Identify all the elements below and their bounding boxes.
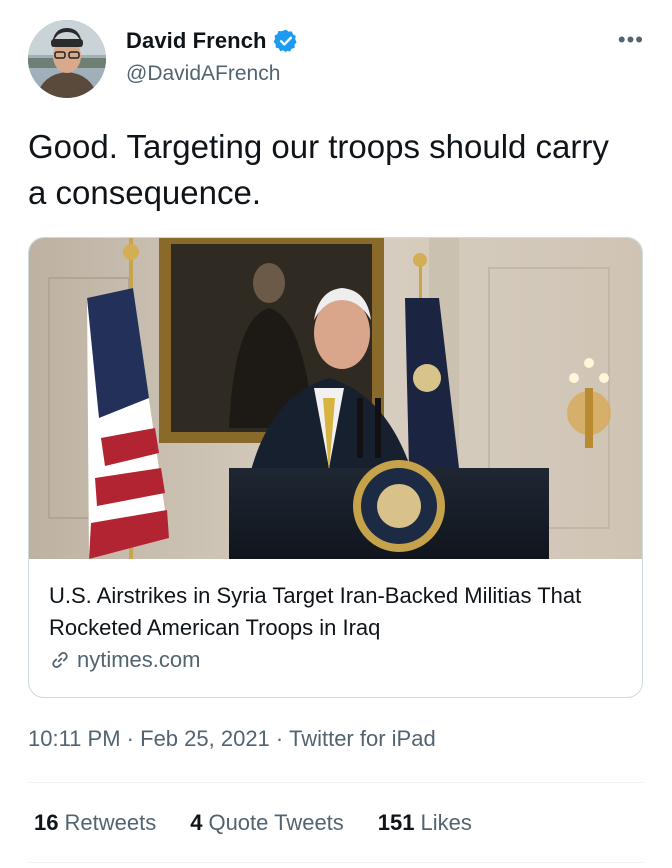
press-conference-photo[interactable] [29, 238, 642, 559]
quote-tweets-stat[interactable]: 4 Quote Tweets [190, 810, 344, 836]
author-handle[interactable]: @DavidAFrench [126, 62, 280, 86]
link-card[interactable]: U.S. Airstrikes in Syria Target Iran-Bac… [28, 237, 643, 698]
retweets-count: 16 [34, 810, 59, 835]
retweets-label: Retweets [64, 810, 157, 835]
card-title[interactable]: U.S. Airstrikes in Syria Target Iran-Bac… [49, 580, 629, 644]
divider [28, 782, 644, 783]
tweet-date[interactable]: Feb 25, 2021 [140, 726, 270, 751]
author-name-row[interactable]: David French [126, 28, 299, 54]
retweets-stat[interactable]: 16 Retweets [34, 810, 156, 836]
tweet-text: Good. Targeting our troops should carry … [28, 128, 609, 211]
likes-count: 151 [377, 810, 415, 835]
avatar[interactable] [28, 20, 106, 98]
quote-tweets-label: Quote Tweets [208, 810, 344, 835]
quote-tweets-count: 4 [190, 810, 203, 835]
likes-stat[interactable]: 151 Likes [378, 810, 472, 836]
author-display-name[interactable]: David French [126, 28, 267, 54]
divider [28, 862, 644, 863]
tweet-meta: 10:11 PM · Feb 25, 2021 · Twitter for iP… [28, 726, 436, 752]
likes-label: Likes [420, 810, 472, 835]
card-domain-text: nytimes.com [77, 647, 201, 672]
link-icon [52, 651, 68, 669]
card-domain[interactable]: nytimes.com [49, 647, 200, 673]
tweet-source[interactable]: Twitter for iPad [289, 726, 436, 751]
verified-badge-icon [273, 29, 297, 53]
meta-separator: · [126, 726, 134, 751]
tweet-stats: 16 Retweets 4 Quote Tweets 151 Likes [34, 810, 506, 836]
meta-separator: · [275, 726, 284, 751]
tweet-header: David French @DavidAFrench ••• [28, 20, 648, 100]
tweet-time[interactable]: 10:11 PM [28, 726, 121, 751]
more-options-icon[interactable]: ••• [618, 29, 644, 51]
